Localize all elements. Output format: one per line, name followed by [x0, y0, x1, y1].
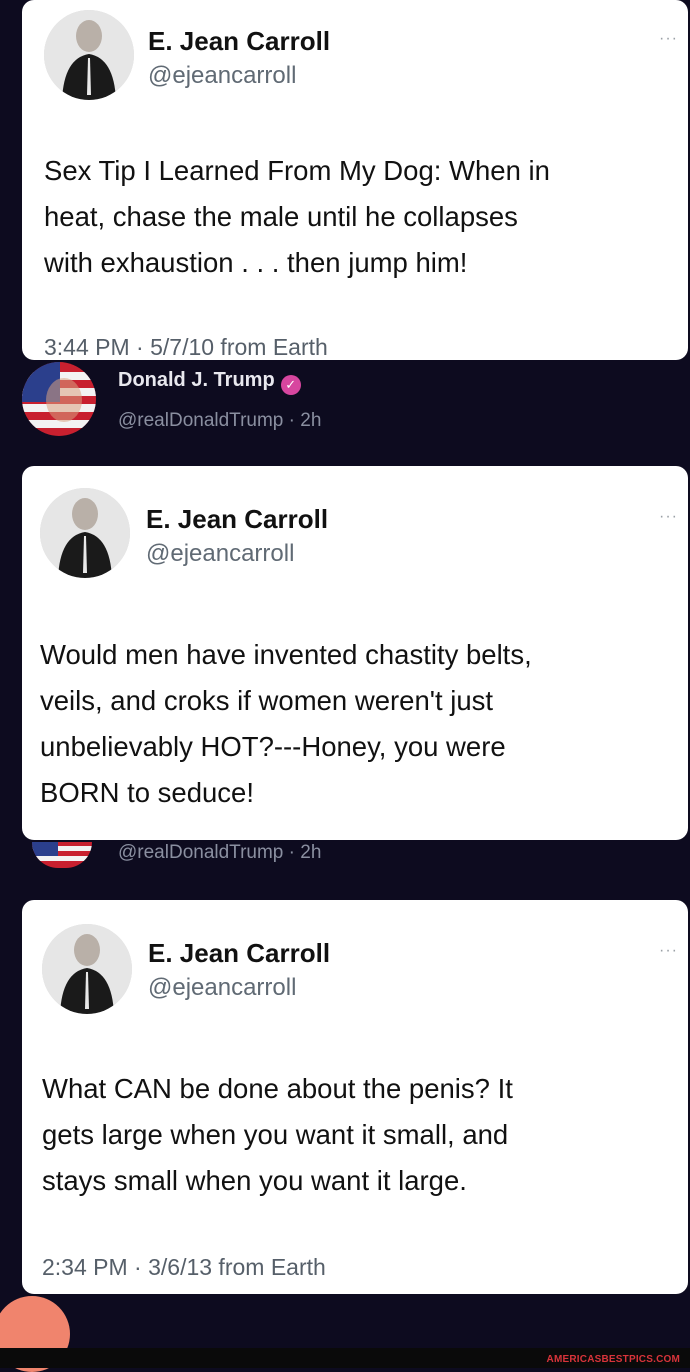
tweet-text-line: gets large when you want it small, and [42, 1119, 509, 1150]
trump-handle-time[interactable]: @realDonaldTrump · 2h [118, 410, 321, 432]
tweet-timestamp[interactable]: 3:44 PM · 5/7/10 from Earth [44, 334, 328, 360]
author-name[interactable]: E. Jean Carroll [148, 26, 330, 57]
watermark-bar: AMERICASBESTPICS.COM [0, 1348, 690, 1368]
person-photo-icon [42, 924, 132, 1014]
person-photo-icon [44, 10, 134, 100]
trump-avatar[interactable] [22, 362, 96, 436]
avatar[interactable] [40, 488, 130, 578]
tweet-text-line: Sex Tip I Learned From My Dog: When in [44, 155, 550, 186]
tweet-text: What CAN be done about the penis? It get… [42, 1066, 513, 1204]
tweet-text-line: unbelievably HOT?---Honey, you were [40, 731, 506, 762]
tweet-text-line: stays small when you want it large. [42, 1165, 467, 1196]
trump-name[interactable]: Donald J. Trump ✓ [118, 369, 301, 395]
avatar[interactable] [42, 924, 132, 1014]
tweet-text-line: Would men have invented chastity belts, [40, 639, 532, 670]
trump-handle-time[interactable]: @realDonaldTrump · 2h [118, 842, 321, 864]
tweet-text-line: with exhaustion . . . then jump him! [44, 247, 468, 278]
tweet-text-line: veils, and croks if women weren't just [40, 685, 494, 716]
more-options-icon[interactable]: ··· [659, 30, 678, 48]
tweet-text-line: heat, chase the male until he collapses [44, 201, 518, 232]
avatar[interactable] [44, 10, 134, 100]
author-handle[interactable]: @ejeancarroll [146, 540, 294, 568]
tweet-timestamp[interactable]: 2:34 PM · 3/6/13 from Earth [42, 1254, 326, 1281]
watermark-text: AMERICASBESTPICS.COM [546, 1354, 680, 1365]
flag-face-avatar-icon [32, 842, 92, 868]
trump-avatar-partial[interactable] [32, 842, 92, 868]
tweet-text-line: BORN to seduce! [40, 777, 254, 808]
author-name[interactable]: E. Jean Carroll [148, 938, 330, 969]
tweet-text: Would men have invented chastity belts, … [40, 632, 532, 816]
tweet-card-2[interactable]: E. Jean Carroll @ejeancarroll ··· Would … [22, 466, 688, 840]
tweet-text: Sex Tip I Learned From My Dog: When in h… [44, 148, 550, 286]
tweet-card-3[interactable]: E. Jean Carroll @ejeancarroll ··· What C… [22, 900, 688, 1294]
more-options-icon[interactable]: ··· [659, 508, 678, 526]
more-options-icon[interactable]: ··· [659, 942, 678, 960]
verified-badge-icon: ✓ [280, 375, 301, 395]
flag-face-avatar-icon [22, 362, 96, 436]
person-photo-icon [40, 488, 130, 578]
author-name[interactable]: E. Jean Carroll [146, 504, 328, 535]
author-handle[interactable]: @ejeancarroll [148, 62, 296, 90]
author-handle[interactable]: @ejeancarroll [148, 974, 296, 1002]
tweet-text-line: What CAN be done about the penis? It [42, 1073, 513, 1104]
tweet-card-1[interactable]: E. Jean Carroll @ejeancarroll ··· Sex Ti… [22, 0, 688, 360]
